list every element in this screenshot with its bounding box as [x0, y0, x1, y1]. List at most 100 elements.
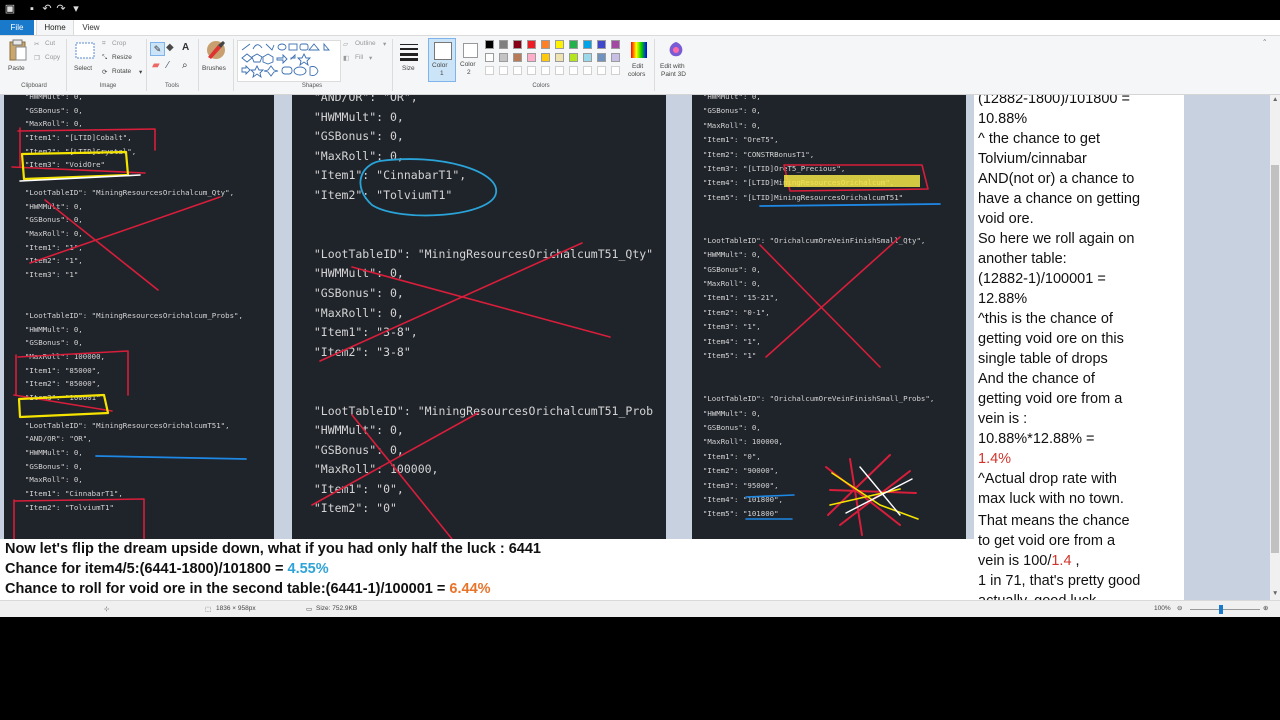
shapes-group-label: Shapes: [301, 83, 323, 89]
separator: [66, 39, 67, 91]
redo-icon[interactable]: ↷: [55, 3, 67, 15]
paint-window: ▣ ▪ ↶ ↷ ▾ File Home View Paste ✂ Cut ❐ C…: [0, 0, 1280, 617]
color-swatch[interactable]: [485, 53, 494, 62]
eraser-icon[interactable]: ▰: [152, 60, 160, 71]
color-swatch[interactable]: [513, 53, 522, 62]
tab-home[interactable]: Home: [36, 20, 74, 35]
size-button[interactable]: Size: [396, 39, 422, 79]
fill-bucket-icon[interactable]: ◆: [166, 42, 174, 53]
color-swatch[interactable]: [583, 40, 592, 49]
red-bracket: [11, 127, 156, 174]
scrollbar-thumb[interactable]: [1271, 165, 1279, 553]
tab-view[interactable]: View: [74, 20, 108, 35]
scroll-up-arrow-icon[interactable]: ▲: [1272, 96, 1278, 103]
blue-underline: [745, 494, 795, 520]
outline-label: Outline: [355, 40, 376, 47]
save-icon[interactable]: ▪: [26, 3, 38, 15]
custom-color-slot[interactable]: [597, 66, 606, 75]
color-swatch[interactable]: [597, 53, 606, 62]
notes-line: vein is 100/1.4 ,: [978, 551, 1080, 571]
color-swatch[interactable]: [569, 40, 578, 49]
custom-color-slot[interactable]: [583, 66, 592, 75]
notes-line: another table:: [978, 251, 1067, 267]
custom-color-slot[interactable]: [541, 66, 550, 75]
quick-access-dropdown-icon[interactable]: ▾: [70, 3, 82, 15]
custom-color-slot[interactable]: [555, 66, 564, 75]
color-swatch[interactable]: [513, 40, 522, 49]
brushes-button[interactable]: Brushes: [202, 39, 230, 79]
color2-button[interactable]: Color 2: [458, 38, 484, 82]
color-swatch[interactable]: [555, 40, 564, 49]
vertical-scrollbar[interactable]: ▲ ▼: [1270, 95, 1280, 600]
colors-group-label: Colors: [532, 83, 550, 89]
color1-number: 1: [440, 70, 444, 77]
edit-with-paint3d-button[interactable]: Edit with Paint 3D: [658, 39, 694, 83]
color-swatch[interactable]: [485, 40, 494, 49]
tools-group-label: Tools: [164, 83, 179, 89]
color-swatch[interactable]: [555, 53, 564, 62]
red-cross: [319, 242, 611, 362]
zoom-in-icon[interactable]: ⊕: [1263, 604, 1268, 612]
custom-color-slot[interactable]: [499, 66, 508, 75]
bottom-text: Chance for item4/5:(6441-1800)/101800 =: [5, 561, 288, 577]
magnifier-icon[interactable]: ⌕: [182, 60, 188, 71]
custom-color-slot[interactable]: [485, 66, 494, 75]
color1-button[interactable]: Color 1: [428, 38, 456, 82]
blue-underline: [759, 203, 941, 207]
drawing-canvas[interactable]: "HWMMult": 0, "GSBonus": 0, "MaxRoll": 0…: [0, 95, 1270, 600]
text-tool-icon[interactable]: A: [182, 42, 189, 53]
file-size: Size: 752.9KB: [316, 605, 358, 612]
collapse-ribbon-icon[interactable]: ⌃: [1262, 38, 1267, 46]
pencil-icon[interactable]: ✎: [150, 42, 165, 56]
outline-icon: ▱: [343, 41, 348, 48]
line-width-icon: [400, 44, 418, 61]
notes-line: (12882-1)/100001 =: [978, 271, 1106, 287]
color-swatch[interactable]: [499, 53, 508, 62]
color-palette: [485, 40, 630, 80]
color-swatch[interactable]: [541, 40, 550, 49]
color-swatch[interactable]: [597, 40, 606, 49]
custom-color-slot[interactable]: [513, 66, 522, 75]
notes-line: That means the chance: [978, 513, 1130, 529]
custom-color-slot[interactable]: [527, 66, 536, 75]
color-swatch[interactable]: [527, 40, 536, 49]
notes-line: Tolvium/cinnabar: [978, 151, 1087, 167]
zoom-slider-thumb[interactable]: [1219, 605, 1223, 614]
notes-line: 12.88%: [978, 291, 1028, 307]
scroll-down-arrow-icon[interactable]: ▼: [1272, 590, 1278, 597]
select-button[interactable]: Select: [72, 39, 98, 77]
fill-label: Fill: [355, 54, 364, 61]
notes-panel-bottom: Now let's flip the dream upside down, wh…: [0, 539, 974, 600]
separator: [198, 39, 199, 91]
color-swatch[interactable]: [569, 53, 578, 62]
color-swatch[interactable]: [611, 53, 620, 62]
custom-color-slot[interactable]: [569, 66, 578, 75]
color2-swatch: [463, 43, 478, 58]
undo-icon[interactable]: ↶: [41, 3, 53, 15]
paint3d-label-2: Paint 3D: [661, 71, 686, 78]
color-swatch[interactable]: [527, 53, 536, 62]
edit-colors-button[interactable]: Edit colors: [626, 39, 652, 83]
shapes-gallery[interactable]: [237, 40, 341, 82]
color-picker-icon[interactable]: ⁄: [167, 60, 169, 71]
highlight-value: 1.4: [1051, 553, 1072, 569]
fill-icon: ◧: [343, 55, 350, 62]
paste-button[interactable]: Paste: [6, 39, 30, 77]
color-swatch[interactable]: [583, 53, 592, 62]
chevron-down-icon: ▾: [139, 69, 143, 76]
notes-line: to get void ore from a: [978, 533, 1116, 549]
zoom-out-icon[interactable]: ⊖: [1177, 604, 1182, 612]
ribbon: Paste ✂ Cut ❐ Copy Clipboard Select ⌗ Cr…: [0, 36, 1280, 95]
color-swatch[interactable]: [499, 40, 508, 49]
zoom-slider[interactable]: [1190, 609, 1260, 610]
notes-line: getting void ore on this: [978, 331, 1124, 347]
tab-file[interactable]: File: [0, 20, 34, 35]
cursor-position-icon: ⊹: [104, 606, 110, 613]
bottom-text: Chance to roll for void ore in the secon…: [5, 581, 450, 597]
red-bracket: [13, 498, 145, 539]
notes-line: 10.88%*12.88% =: [978, 431, 1095, 447]
color-swatch[interactable]: [541, 53, 550, 62]
color-swatch[interactable]: [611, 40, 620, 49]
notes-line: vein is :: [978, 411, 1028, 427]
custom-color-slot[interactable]: [611, 66, 620, 75]
